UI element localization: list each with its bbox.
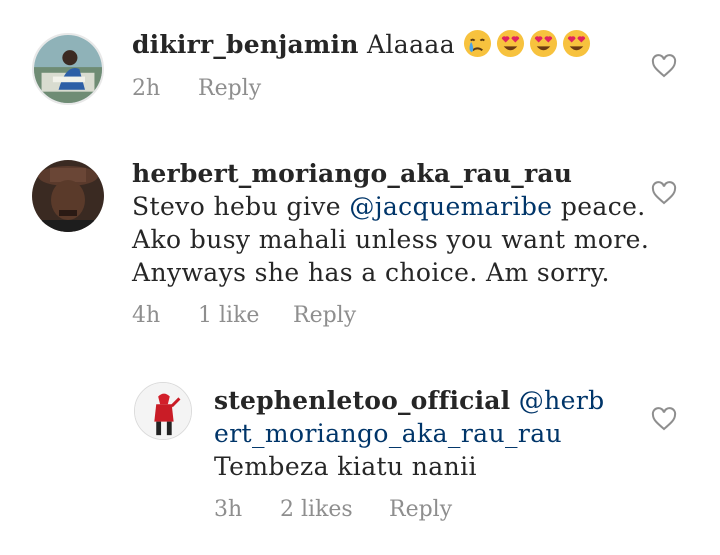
timestamp: 2h [132,76,161,101]
comment-body: Tembeza kiatu nanii [214,452,477,481]
heart-eyes-emoji [497,29,525,58]
username[interactable]: dikirr_benjamin [132,30,359,59]
reply-button[interactable]: Reply [389,497,452,522]
heart-icon[interactable] [651,407,677,431]
comment-body-start: Stevo hebu give [132,192,341,221]
timestamp: 4h [132,303,161,328]
like-count[interactable]: 2 likes [280,497,353,522]
heart-icon[interactable] [651,181,677,205]
crying-face-emoji [464,29,492,58]
heart-eyes-emoji [530,29,558,58]
like-count[interactable]: 1 like [198,303,259,328]
timestamp: 3h [214,497,243,522]
comment-text: dikirr_benjamin Alaaaa [132,28,652,61]
heart-eyes-emoji [563,29,591,58]
emoji-group [455,29,595,59]
reply-button[interactable]: Reply [293,303,356,328]
heart-icon[interactable] [651,54,677,78]
reply-button[interactable]: Reply [198,76,261,101]
comment-text: stephenletoo_official @herbert_moriango_… [214,384,606,483]
comment-body: Alaaaa [366,30,456,59]
mention-link[interactable]: @jacquemaribe [349,192,552,221]
avatar[interactable] [32,33,104,105]
avatar[interactable] [32,160,104,232]
username[interactable]: herbert_moriango_aka_rau_rau [132,159,572,188]
avatar[interactable] [134,382,192,440]
comment-text: herbert_moriango_aka_rau_rau Stevo hebu … [132,157,652,289]
username[interactable]: stephenletoo_official [214,386,510,415]
